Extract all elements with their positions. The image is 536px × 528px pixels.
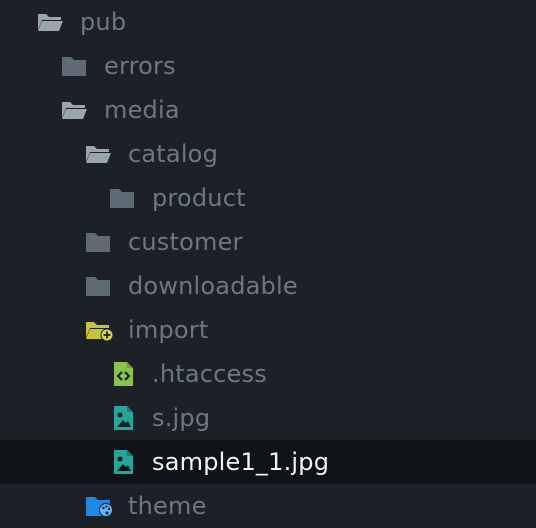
tree-item-errors[interactable]: errors (0, 44, 536, 88)
image-file-icon (110, 404, 138, 432)
tree-item-label: errors (104, 52, 176, 80)
tree-item-label: import (128, 316, 209, 344)
folder-closed-icon (84, 228, 112, 256)
tree-item-label: customer (128, 228, 243, 256)
tree-item-import[interactable]: import (0, 308, 536, 352)
tree-item-label: media (104, 96, 180, 124)
tree-item-label: .htaccess (152, 360, 267, 388)
tree-item-s-jpg[interactable]: s.jpg (0, 396, 536, 440)
tree-item-sample1-1-jpg[interactable]: sample1_1.jpg (0, 440, 536, 484)
tree-item-theme[interactable]: theme (0, 484, 536, 528)
tree-item-htaccess[interactable]: .htaccess (0, 352, 536, 396)
folder-open-icon (84, 140, 112, 168)
tree-item-product[interactable]: product (0, 176, 536, 220)
tree-item-downloadable[interactable]: downloadable (0, 264, 536, 308)
tree-item-label: downloadable (128, 272, 298, 300)
tree-item-customer[interactable]: customer (0, 220, 536, 264)
tree-item-pub[interactable]: pub (0, 0, 536, 44)
folder-theme-icon (84, 492, 113, 520)
image-file-icon (110, 448, 138, 476)
folder-open-icon (60, 96, 88, 124)
tree-item-catalog[interactable]: catalog (0, 132, 536, 176)
folder-closed-icon (84, 272, 112, 300)
folder-import-icon (84, 316, 114, 344)
tree-item-label: pub (80, 8, 127, 36)
tree-item-label: product (152, 184, 246, 212)
tree-item-label: sample1_1.jpg (152, 448, 330, 476)
tree-item-media[interactable]: media (0, 88, 536, 132)
folder-closed-icon (60, 52, 88, 80)
folder-closed-icon (108, 184, 136, 212)
tree-item-label: theme (128, 492, 207, 520)
folder-open-icon (36, 8, 64, 36)
code-file-icon (110, 360, 138, 388)
file-tree: pub errors media catalog product custome… (0, 0, 536, 528)
tree-item-label: catalog (128, 140, 219, 168)
tree-item-label: s.jpg (152, 404, 211, 432)
